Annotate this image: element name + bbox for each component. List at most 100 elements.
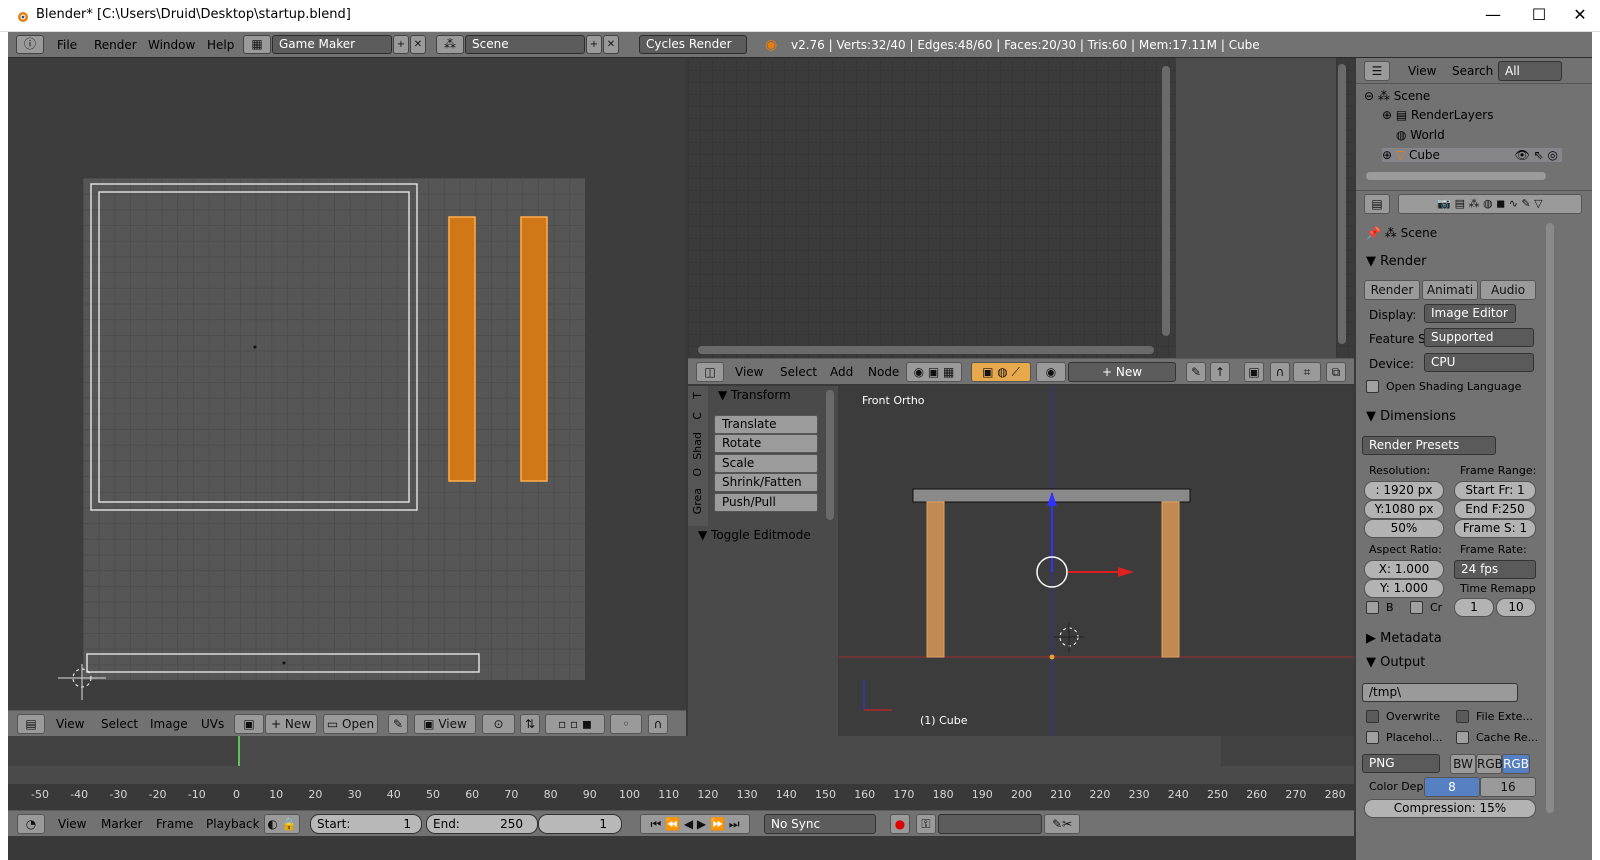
uv-menu-image[interactable]: Image (150, 717, 188, 731)
cache-result-checkbox[interactable] (1456, 731, 1469, 744)
timeline-menu-view[interactable]: View (58, 817, 86, 831)
maximize-button[interactable]: ☐ (1516, 0, 1562, 30)
timeline-menu-playback[interactable]: Playback (206, 817, 260, 831)
tab-create[interactable]: C (691, 412, 704, 420)
sync-mode-select[interactable]: No Sync (764, 814, 876, 834)
snap-element-icon[interactable]: ⌗ (1293, 362, 1321, 382)
timeline-menu-frame[interactable]: Frame (156, 817, 193, 831)
editor-type-outliner-icon[interactable]: ☰ (1364, 61, 1390, 81)
editor-type-timeline-icon[interactable]: ◔ (17, 814, 45, 834)
node-editor[interactable] (688, 58, 1354, 358)
time-remap-old-field[interactable]: 1 (1454, 598, 1494, 617)
color-mode-rgb[interactable]: RGB (1476, 754, 1503, 774)
playback-controls[interactable]: ⏮ ⏪ ◀ ▶ ⏩ ⏭ (640, 814, 750, 834)
outliner-filter-select[interactable]: All Scenes (1498, 61, 1562, 96)
shrink-fatten-button[interactable]: Shrink/Fatten (714, 473, 818, 492)
material-browse-icon[interactable]: ◉ (1036, 362, 1066, 382)
output-path-field[interactable]: /tmp\ (1362, 683, 1518, 702)
metadata-panel-title[interactable]: ▶ Metadata (1366, 631, 1442, 646)
color-mode-bw[interactable]: BW (1450, 754, 1476, 774)
render-presets-select[interactable]: Render Presets (1362, 436, 1496, 455)
frame-rate-select[interactable]: 24 fps (1454, 560, 1536, 579)
new-image-button[interactable]: + New (265, 714, 317, 734)
placeholders-checkbox[interactable] (1366, 731, 1379, 744)
editor-type-node-icon[interactable]: ◫ (696, 362, 724, 382)
add-screen-icon[interactable]: + (393, 35, 409, 54)
minimize-button[interactable]: — (1470, 0, 1516, 30)
file-format-select[interactable]: PNG (1362, 754, 1440, 773)
end-frame-field[interactable]: End: 250 (426, 814, 538, 834)
copy-nodes-icon[interactable]: ⧉ (1326, 362, 1346, 382)
parent-node-icon[interactable]: ↑ (1210, 362, 1230, 382)
frame-start-field[interactable]: Start Fr: 1 (1454, 481, 1536, 500)
render-button[interactable]: Render (1364, 280, 1420, 300)
render-panel-title[interactable]: ▼ Render (1366, 254, 1426, 269)
record-icon[interactable]: ● (890, 814, 910, 834)
node-side-scrollbar[interactable] (1338, 64, 1346, 344)
outliner-item-world[interactable]: ◍ World (1396, 128, 1445, 142)
editor-type-info-icon[interactable]: ⓘ (16, 35, 44, 54)
color-depth-16[interactable]: 16 (1480, 777, 1536, 797)
backdrop-icon[interactable]: ▣ (1244, 362, 1264, 382)
node-menu-view[interactable]: View (735, 365, 763, 379)
timeline-menu-marker[interactable]: Marker (101, 817, 142, 831)
timeline-ruler[interactable] (8, 766, 1354, 784)
push-pull-button[interactable]: Push/Pull (714, 493, 818, 512)
sync-selection-icon[interactable]: ⇅ (520, 714, 540, 734)
menu-window[interactable]: Window (148, 38, 195, 52)
color-depth-8[interactable]: 8 (1424, 777, 1480, 797)
add-scene-icon[interactable]: + (586, 35, 602, 54)
shader-type-buttons[interactable]: ▣ ◍ ⟋ (971, 362, 1031, 382)
translate-button[interactable]: Translate (714, 415, 818, 434)
dimensions-panel-title[interactable]: ▼ Dimensions (1366, 409, 1456, 424)
node-tree-type-buttons[interactable]: ◉ ▣ ▦ (906, 362, 962, 382)
outliner-item-renderlayers[interactable]: ⊕ ▤ RenderLayers (1382, 108, 1493, 122)
node-menu-node[interactable]: Node (868, 365, 899, 379)
tool-shelf-scrollbar[interactable] (826, 390, 834, 520)
scene-icon[interactable]: ⁂ (436, 35, 464, 54)
node-menu-add[interactable]: Add (830, 365, 853, 379)
uv-menu-select[interactable]: Select (101, 717, 138, 731)
resolution-percent-field[interactable]: 50% (1364, 519, 1444, 538)
outliner-item-cube[interactable]: ⊕ ▽ Cube 👁 ⇖ ◎ (1382, 148, 1562, 162)
proportional-edit-icon[interactable]: ◦ (610, 714, 642, 734)
compression-slider[interactable]: Compression: 15% (1364, 799, 1536, 818)
border-checkbox[interactable] (1366, 601, 1379, 614)
editor-type-uv-icon[interactable]: ▤ (17, 714, 45, 734)
resolution-x-field[interactable]: : 1920 px (1364, 481, 1444, 500)
close-button[interactable]: ✕ (1560, 0, 1600, 30)
keying-set-field[interactable] (938, 814, 1042, 834)
osl-checkbox[interactable] (1366, 380, 1379, 393)
properties-context-tabs[interactable]: 📷 ▤ ⁂ ◍ ◼ ∿ ✎ ▽ (1398, 194, 1582, 214)
node-vertical-scrollbar[interactable] (1162, 66, 1170, 336)
render-animation-button[interactable]: Animati (1422, 280, 1478, 300)
crop-checkbox[interactable] (1410, 601, 1423, 614)
transform-panel-title[interactable]: ▼ Transform (718, 388, 791, 402)
view-mode-select[interactable]: ▣ View (414, 714, 476, 734)
select-mode-buttons[interactable]: ▫ ▫ ◼ (545, 714, 605, 734)
screen-layout-field[interactable]: Game Maker (272, 35, 392, 54)
tab-tools[interactable]: T (691, 392, 704, 399)
3d-viewport[interactable]: T C Shad O Grea ▼ Transform Translate Ro… (688, 386, 1354, 736)
scale-button[interactable]: Scale (714, 454, 818, 473)
tab-shading[interactable]: Shad (691, 432, 704, 460)
uv-menu-view[interactable]: View (56, 717, 84, 731)
frame-end-field[interactable]: End F:250 (1454, 500, 1536, 519)
overwrite-checkbox[interactable] (1366, 710, 1379, 723)
render-engine-select[interactable]: Cycles Render (639, 35, 747, 54)
scene-field[interactable]: Scene (465, 35, 585, 54)
outliner-scrollbar[interactable] (1366, 172, 1546, 180)
file-extensions-checkbox[interactable] (1456, 710, 1469, 723)
properties-scrollbar[interactable] (1546, 223, 1554, 813)
uv-menu-uvs[interactable]: UVs (201, 717, 224, 731)
open-image-button[interactable]: ▭ Open (323, 714, 378, 734)
time-remap-new-field[interactable]: 10 (1496, 598, 1536, 617)
output-panel-title[interactable]: ▼ Output (1366, 655, 1425, 670)
insert-keyframe-icons[interactable]: ✎✂ (1044, 814, 1080, 834)
screen-layout-icon[interactable]: ▦ (243, 35, 271, 54)
current-frame-field[interactable]: 1 (538, 814, 622, 834)
node-horizontal-scrollbar[interactable] (698, 346, 1154, 354)
rotate-button[interactable]: Rotate (714, 434, 818, 453)
current-frame-marker[interactable] (238, 736, 240, 766)
keying-set-icon[interactable]: ◐ 🔒 (264, 814, 300, 834)
